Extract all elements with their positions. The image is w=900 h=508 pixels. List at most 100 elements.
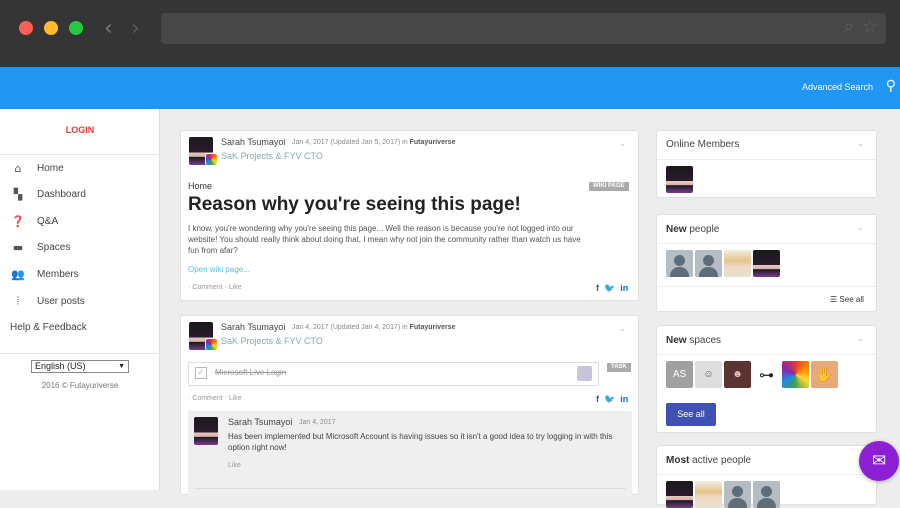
- space-link[interactable]: Futayuriverse: [410, 139, 456, 146]
- gamepad-icon[interactable]: ⊶: [753, 361, 780, 388]
- see-all-people-link[interactable]: ☰ See all: [830, 295, 864, 304]
- space-avatar[interactable]: ☺: [695, 361, 722, 388]
- in-label: in: [402, 139, 408, 146]
- comment-date: Jan 4, 2017: [299, 419, 336, 426]
- chevron-down-icon[interactable]: ⌄: [619, 139, 626, 148]
- space-as[interactable]: AS: [666, 361, 693, 388]
- twitter-icon[interactable]: 🐦: [604, 283, 615, 294]
- post-actions[interactable]: · Comment · Like: [188, 395, 242, 402]
- close-window-button[interactable]: [19, 21, 33, 35]
- waving-hand-icon[interactable]: ✋: [811, 361, 838, 388]
- author-name[interactable]: Sarah Tsumayoi: [221, 322, 285, 332]
- chevron-down-icon[interactable]: ⌄: [857, 139, 864, 148]
- widget-title: New people: [666, 224, 719, 235]
- divider: [657, 159, 876, 160]
- post-date: Jan 4, 2017 (Updated Jan 4, 2017): [292, 324, 401, 331]
- post-actions[interactable]: · Comment · Like: [188, 284, 242, 291]
- widget-title-bold: Most: [666, 455, 690, 466]
- chevron-left-icon[interactable]: ‹: [104, 16, 113, 41]
- commenter-avatar[interactable]: [194, 417, 218, 445]
- sidebar-item-qa[interactable]: ❓ Q&A: [10, 214, 58, 228]
- facebook-icon[interactable]: f: [596, 283, 599, 294]
- address-bar[interactable]: ⌕ ☆: [161, 13, 886, 44]
- content-type-tag: WIKI PAGE: [589, 182, 629, 191]
- checkbox-icon[interactable]: ✓: [195, 367, 207, 379]
- divider: [194, 488, 626, 489]
- chevron-down-icon[interactable]: ⌄: [857, 334, 864, 343]
- comment-like-link[interactable]: Like: [228, 462, 241, 469]
- widget-title: Most active people: [666, 455, 751, 466]
- see-all-spaces-button[interactable]: See all: [666, 403, 716, 426]
- widget-title-bold: New: [666, 335, 687, 346]
- author-name[interactable]: Sarah Tsumayoi: [221, 137, 285, 147]
- post-meta: Jan 4, 2017 (Updated Jan 5, 2017) in Fut…: [292, 139, 455, 146]
- person-avatar[interactable]: [666, 250, 693, 277]
- twitter-icon[interactable]: 🐦: [604, 394, 615, 405]
- person-avatar[interactable]: [724, 481, 751, 508]
- comment-author[interactable]: Sarah Tsumayoi: [228, 417, 292, 427]
- assignee-avatar[interactable]: [577, 366, 592, 381]
- task-title[interactable]: Microsoft Live Login: [215, 368, 286, 377]
- post-card: Sarah Tsumayoi Jan 4, 2017 (Updated Jan …: [180, 315, 639, 496]
- in-label: in: [402, 324, 408, 331]
- sidebar-item-home[interactable]: ⌂ Home: [10, 161, 64, 175]
- divider: [0, 154, 160, 155]
- linkedin-icon[interactable]: in: [620, 394, 628, 405]
- magnifier-icon[interactable]: ⌕: [844, 16, 854, 37]
- person-avatar[interactable]: [695, 250, 722, 277]
- sidebar-item-spaces[interactable]: ▬ Spaces: [10, 240, 71, 254]
- sidebar-item-label: Spaces: [37, 241, 71, 253]
- browser-chrome: ‹ › ⌕ ☆: [0, 0, 900, 67]
- dashboard-icon: ▚: [13, 187, 23, 201]
- sidebar-item-user-posts[interactable]: ⦙ User posts: [10, 294, 85, 308]
- chevron-down-icon[interactable]: ⌄: [619, 324, 626, 333]
- messages-fab-button[interactable]: ✉: [859, 441, 899, 481]
- member-avatar[interactable]: [666, 166, 693, 193]
- person-avatar[interactable]: [753, 250, 780, 277]
- post-meta: Jan 4, 2017 (Updated Jan 4, 2017) in Fut…: [292, 324, 455, 331]
- space-badge: [205, 153, 218, 166]
- see-all-label: See all: [839, 295, 864, 304]
- people-icon: 👥: [11, 267, 25, 281]
- person-avatar[interactable]: [724, 250, 751, 277]
- person-avatar[interactable]: [695, 481, 722, 508]
- chevron-down-icon[interactable]: ⌄: [857, 223, 864, 232]
- wiki-breadcrumb[interactable]: Home: [188, 181, 212, 191]
- most-active-widget: Most active people: [656, 445, 877, 508]
- chevron-right-icon[interactable]: ›: [131, 16, 140, 41]
- person-avatar[interactable]: [753, 481, 780, 508]
- space-avatar[interactable]: ☻: [724, 361, 751, 388]
- share-icons: f 🐦 in: [596, 283, 628, 294]
- copyright: 2016 © Futayuriverse: [41, 381, 119, 390]
- space-link[interactable]: Futayuriverse: [410, 324, 456, 331]
- search-icon[interactable]: ⚲: [886, 78, 896, 94]
- star-icon[interactable]: ☆: [862, 16, 878, 37]
- wiki-title[interactable]: Reason why you're seeing this page!: [188, 194, 521, 216]
- open-wiki-link[interactable]: Open wiki page...: [188, 265, 250, 274]
- divider: [657, 474, 876, 475]
- help-feedback-link[interactable]: Help & Feedback: [10, 322, 87, 333]
- sidebar-item-members[interactable]: 👥 Members: [10, 267, 79, 281]
- widget-title: Online Members: [666, 139, 740, 150]
- rainbow-heart-icon[interactable]: [782, 361, 809, 388]
- waveform-icon: ⦙: [16, 294, 20, 307]
- left-sidebar: LOGIN ⌂ Home ▚ Dashboard ❓ Q&A ▬ Spaces …: [0, 109, 160, 490]
- login-link[interactable]: LOGIN: [0, 125, 160, 135]
- language-select[interactable]: English (US) ▼: [31, 360, 129, 373]
- author-subtitle: SaK Projects & FYV CTO: [221, 151, 323, 161]
- sidebar-item-dashboard[interactable]: ▚ Dashboard: [10, 187, 86, 201]
- divider: [657, 243, 876, 244]
- facebook-icon[interactable]: f: [596, 394, 599, 405]
- list-icon: ☰: [830, 295, 838, 304]
- inbox-icon: ▬: [12, 240, 24, 254]
- linkedin-icon[interactable]: in: [620, 283, 628, 294]
- task-item[interactable]: ✓ Microsoft Live Login: [188, 362, 599, 386]
- maximize-window-button[interactable]: [69, 21, 83, 35]
- comment-text: Has been implemented but Microsoft Accou…: [228, 432, 613, 452]
- post-card: Sarah Tsumayoi Jan 4, 2017 (Updated Jan …: [180, 130, 639, 301]
- share-icons: f 🐦 in: [596, 394, 628, 405]
- advanced-search-link[interactable]: Advanced Search: [802, 82, 873, 92]
- person-avatar[interactable]: [666, 481, 693, 508]
- minimize-window-button[interactable]: [44, 21, 58, 35]
- sidebar-item-label: Members: [37, 268, 79, 280]
